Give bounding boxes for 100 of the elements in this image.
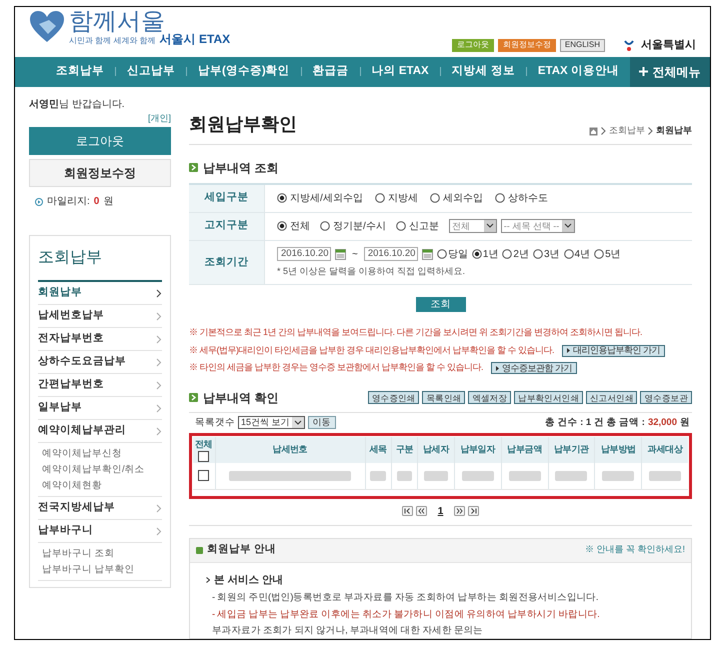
- go-button[interactable]: 이동: [308, 416, 336, 430]
- side-menu-item[interactable]: 납세번호납부: [38, 305, 162, 328]
- nav-item[interactable]: 신고납부: [116, 63, 186, 81]
- radio-button[interactable]: [277, 193, 287, 204]
- nav-item[interactable]: 조회납부: [45, 63, 115, 81]
- radio-button[interactable]: [472, 249, 482, 260]
- total-amount: 32,000: [648, 416, 677, 430]
- radio-button[interactable]: [396, 221, 406, 232]
- side-menu-item[interactable]: 상하수도요금납부: [38, 351, 162, 374]
- page-size-select[interactable]: 15건씩 보기: [238, 416, 305, 430]
- previous-page-icon: [416, 506, 427, 516]
- search-button[interactable]: 조회: [416, 297, 466, 312]
- chevron-right-icon: [156, 288, 162, 298]
- radio-button[interactable]: [532, 249, 543, 260]
- guide-title: 회원납부 안내: [207, 542, 276, 558]
- city-label: 서울특별시: [641, 38, 696, 53]
- caret-icon: [484, 220, 496, 232]
- side-submenu-item[interactable]: 납부바구니 납부확인: [42, 562, 162, 578]
- radio-button[interactable]: [594, 249, 604, 260]
- action-button[interactable]: 납부확인서인쇄: [514, 391, 583, 404]
- seoul-logo-icon: [623, 39, 635, 52]
- link-button[interactable]: 영수증보관함 가기: [491, 362, 578, 374]
- link-button[interactable]: 대리인용납부확인 가기: [562, 344, 666, 356]
- total-label: 총 건수 : 1 건 총 금액 :: [544, 416, 645, 430]
- checkbox[interactable]: [198, 470, 210, 482]
- redacted-bar: [424, 470, 448, 481]
- form-label: 세입구분: [204, 190, 248, 206]
- side-menu-item[interactable]: 납부바구니: [38, 520, 162, 544]
- notice-text: ※ 타인의 세금을 납부한 경우는 영수증 보관함에서 납부확인을 할 수 있습니다.: [189, 361, 484, 374]
- chevron-right-icon: [156, 334, 162, 344]
- redacted-bar: [462, 470, 494, 481]
- total-unit: 원: [680, 416, 690, 430]
- redacted-bar: [370, 470, 386, 481]
- side-menu-item[interactable]: 간편납부번호: [38, 374, 162, 398]
- column-header: 세목: [365, 437, 392, 463]
- top-button[interactable]: ENGLISH: [560, 38, 605, 52]
- side-menu-item[interactable]: 회원납부: [38, 282, 162, 306]
- date-field[interactable]: 2016.10.20: [277, 247, 331, 262]
- radio-label: 정기분/수시: [333, 220, 386, 234]
- side-submenu-item[interactable]: 예약이체납부확인/취소: [42, 462, 162, 478]
- nav-item[interactable]: ETAX 이용안내: [526, 63, 630, 81]
- nav-item[interactable]: 납부(영수증)확인: [187, 63, 301, 81]
- radio-button[interactable]: [494, 193, 505, 204]
- action-button[interactable]: 목록인쇄: [422, 391, 466, 404]
- logout-button[interactable]: 로그아웃: [29, 127, 171, 156]
- column-header: 납부금액: [501, 437, 548, 463]
- radio-label: 5년: [605, 248, 621, 262]
- all-menu-button[interactable]: 전체메뉴: [630, 57, 710, 87]
- radio-button[interactable]: [502, 249, 512, 260]
- action-button[interactable]: 영수증보관: [640, 391, 692, 404]
- redacted-bar: [602, 470, 634, 481]
- side-menu-item[interactable]: 전국지방세납부: [38, 497, 162, 520]
- guide-text: - 회원의 주민(법인)등록번호로 부과자료를 자동 조회하여 납부하는 회원전용서비스입니다.: [212, 591, 600, 606]
- checkbox[interactable]: [198, 451, 210, 462]
- radio-button[interactable]: [564, 249, 574, 260]
- guide-text: - 세입금 납부는 납부완료 이후에는 취소가 불가하니 이점에 유의하여 납부하시기 바랍니다.: [212, 608, 600, 622]
- side-submenu-item[interactable]: 예약이체현황: [42, 478, 162, 494]
- radio-button[interactable]: [436, 249, 447, 260]
- check-square-icon: [196, 546, 203, 554]
- chevron-right-icon: [156, 504, 162, 513]
- page-size-label: 목록갯수: [195, 416, 235, 430]
- side-submenu-item[interactable]: 납부바구니 조회: [42, 546, 162, 562]
- radio-button[interactable]: [374, 193, 385, 204]
- radio-label: 세외수입: [442, 192, 483, 206]
- triangle-icon: [496, 366, 500, 370]
- chevron-right-icon: [648, 127, 653, 135]
- nav-item[interactable]: 지방세 정보: [440, 63, 526, 81]
- nav-item[interactable]: 환급금: [302, 63, 360, 81]
- side-menu-item[interactable]: 예약이체납부관리: [38, 420, 162, 444]
- page-title: 회원납부확인: [189, 112, 297, 136]
- page-link[interactable]: 1: [438, 504, 444, 518]
- column-header: 납세번호: [215, 437, 365, 463]
- action-button[interactable]: 신고서인쇄: [586, 391, 638, 404]
- radio-button[interactable]: [277, 221, 287, 232]
- last-page-icon: [468, 506, 480, 516]
- notice-text: ※ 기본적으로 최근 1년 간의 납부내역을 보여드립니다. 다른 기간을 보시려면 위 조회기간을 변경하여 조회하시면 됩니다.: [189, 326, 642, 340]
- date-field[interactable]: 2016.10.20: [364, 247, 418, 262]
- radio-label: 3년: [544, 248, 560, 262]
- column-header: 납세자: [418, 437, 454, 463]
- radio-label: 전체: [290, 220, 310, 234]
- column-header: 과세대상: [642, 437, 688, 463]
- radio-label: 신고분: [408, 220, 439, 234]
- nav-item[interactable]: 나의 ETAX: [360, 63, 440, 81]
- edit-profile-button[interactable]: 회원정보수정: [29, 159, 171, 188]
- action-button[interactable]: 영수증인쇄: [368, 391, 420, 404]
- side-menu-item[interactable]: 일부납부: [38, 397, 162, 420]
- breadcrumb-link[interactable]: 회원납부: [656, 124, 692, 138]
- chevron-right-icon: [601, 127, 606, 135]
- side-menu-item[interactable]: 전자납부번호: [38, 328, 162, 352]
- dropdown[interactable]: 전체: [448, 219, 497, 234]
- notice-text: ※ 세무(법무)대리인이 타인세금을 납부한 경우 대리인용납부확인에서 납부확인을 할 수 있습니다.: [189, 344, 554, 357]
- dropdown[interactable]: -- 세목 선택 --: [500, 219, 575, 234]
- radio-button[interactable]: [320, 221, 330, 232]
- radio-button[interactable]: [430, 193, 440, 204]
- side-submenu-item[interactable]: 예약이체납부신청: [42, 446, 162, 462]
- member-type-link[interactable]: [개인]: [148, 112, 171, 126]
- calendar-icon: [422, 248, 433, 260]
- plus-icon: [639, 67, 648, 76]
- action-button[interactable]: 엑셀저장: [468, 391, 512, 404]
- breadcrumb-link[interactable]: 조회납부: [609, 124, 645, 138]
